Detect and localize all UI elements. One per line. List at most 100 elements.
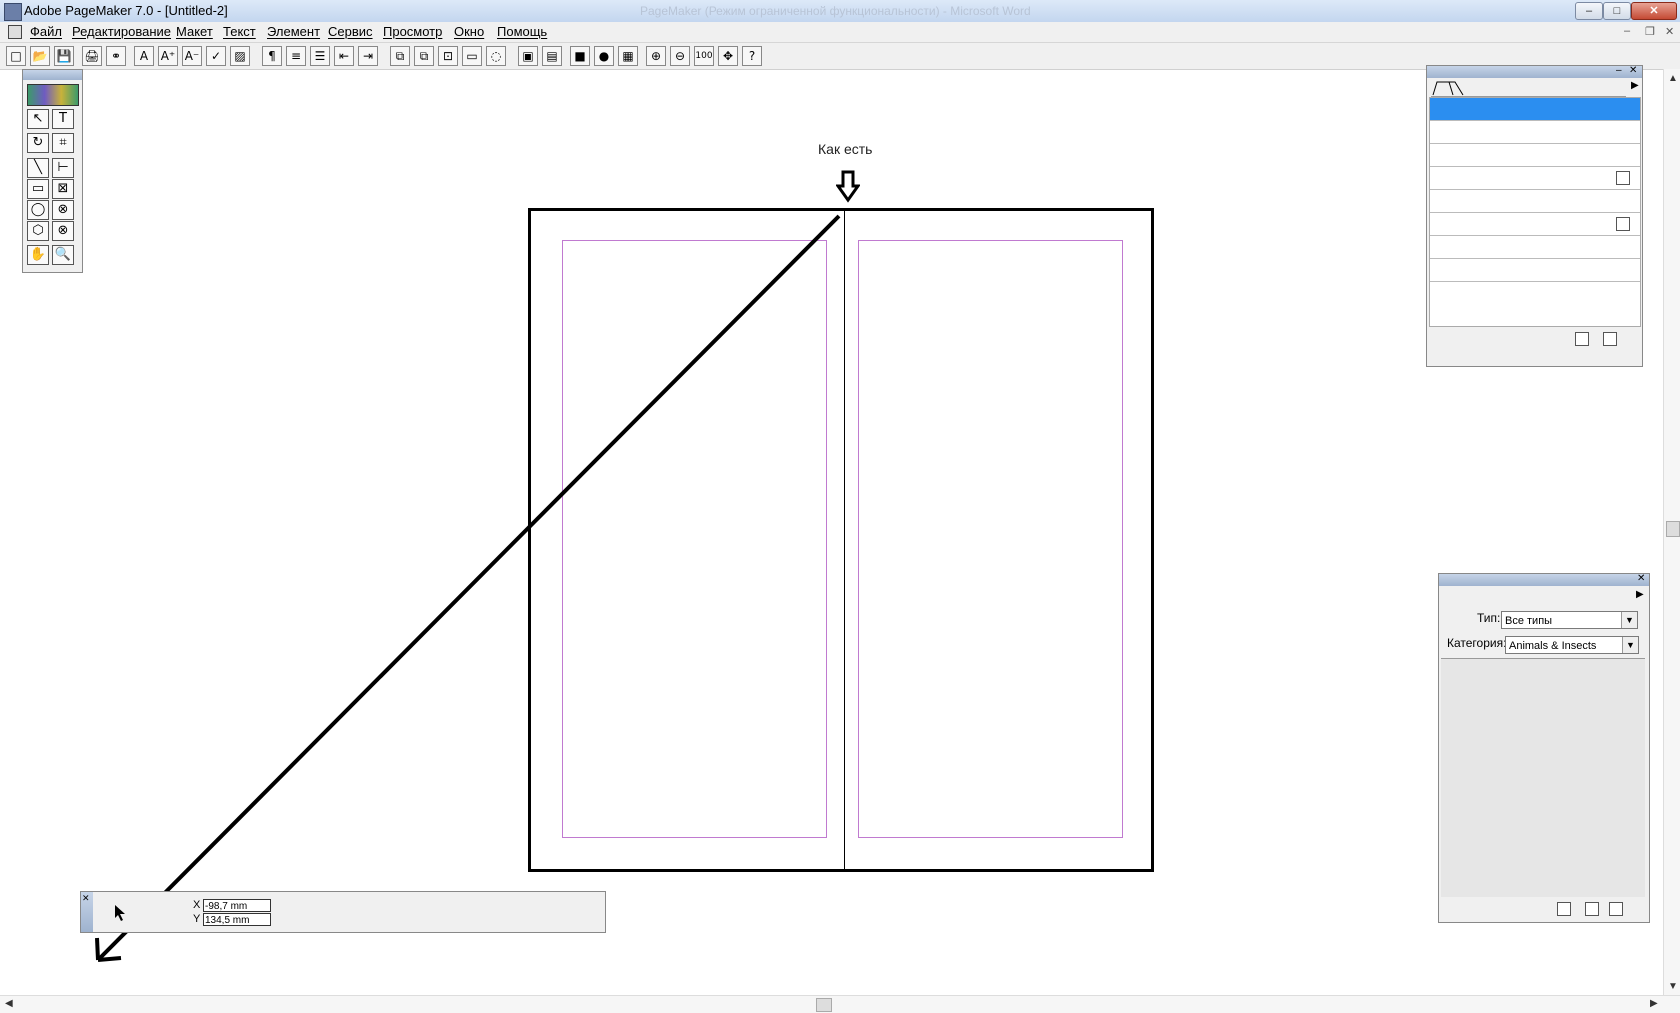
menu-layout[interactable]: Макет (176, 24, 213, 39)
find-icon[interactable]: ⚭ (106, 46, 126, 66)
vertical-scroll-thumb[interactable] (1666, 521, 1680, 537)
list-item[interactable] (1430, 213, 1640, 236)
menu-utilities[interactable]: Сервис (328, 24, 373, 39)
page-spread[interactable] (528, 208, 1154, 872)
menu-type[interactable]: Текст (223, 24, 256, 39)
y-coordinate-field[interactable]: 134,5 mm (203, 913, 271, 926)
menu-file[interactable]: Файл (30, 24, 62, 39)
chevron-down-icon[interactable]: ▼ (1622, 637, 1638, 653)
zoom-tool-icon[interactable]: 🔍 (52, 245, 74, 265)
save-icon[interactable]: 💾 (54, 46, 74, 66)
horizontal-scrollbar[interactable]: ◀ ▶ (0, 995, 1680, 1013)
control-palette-close-button[interactable]: ✕ (82, 893, 90, 904)
character-icon[interactable]: A (134, 46, 154, 66)
font-size-up-icon[interactable]: A⁺ (158, 46, 178, 66)
indent-icon[interactable]: ⇥ (358, 46, 378, 66)
list-item[interactable] (1430, 259, 1640, 282)
crop-tool-icon[interactable]: ⌗ (52, 133, 74, 153)
mdi-close-button[interactable]: ✕ (1665, 25, 1674, 38)
place-icon[interactable]: ▣ (518, 46, 538, 66)
close-button[interactable]: ✕ (1631, 2, 1677, 20)
rotate-tool-icon[interactable]: ↻ (27, 133, 49, 153)
sort-icon[interactable]: ≡ (286, 46, 306, 66)
polygon-frame-tool-icon[interactable]: ⊗ (52, 221, 74, 241)
maximize-button[interactable]: □ (1603, 2, 1631, 20)
x-coordinate-field[interactable]: -98,7 mm (203, 899, 271, 912)
actual-size-icon[interactable]: 100 (694, 46, 714, 66)
new-item-icon[interactable] (1585, 902, 1599, 916)
horizontal-scroll-thumb[interactable] (816, 998, 832, 1012)
list-item[interactable] (1430, 236, 1640, 259)
chevron-down-icon[interactable]: ▼ (1621, 612, 1637, 628)
pointer-tool-icon[interactable]: ↖ (27, 109, 49, 129)
fit-window-icon[interactable]: ✥ (718, 46, 738, 66)
image-control-icon[interactable]: ▤ (542, 46, 562, 66)
polygon-tool-icon[interactable]: ⬡ (27, 221, 49, 241)
color-swatch[interactable] (27, 84, 79, 106)
pages-panel-minimize-button[interactable]: – (1616, 65, 1622, 76)
print-icon[interactable]: 🖨 (82, 46, 102, 66)
pdf-icon[interactable]: ▦ (618, 46, 638, 66)
list-item[interactable] (1430, 190, 1640, 213)
menu-edit[interactable]: Редактирование (72, 24, 171, 39)
constrained-line-tool-icon[interactable]: ⊢ (52, 158, 74, 178)
library-panel-header[interactable]: ✕ (1439, 573, 1649, 586)
new-page-icon[interactable] (1575, 332, 1589, 346)
category-select[interactable]: Animals & Insects ▼ (1505, 636, 1639, 654)
paragraph-icon[interactable]: ¶ (262, 46, 282, 66)
scroll-left-icon[interactable]: ◀ (5, 998, 13, 1009)
library-panel-close-button[interactable]: ✕ (1637, 573, 1645, 584)
outdent-icon[interactable]: ⇤ (334, 46, 354, 66)
font-size-down-icon[interactable]: A⁻ (182, 46, 202, 66)
tool-palette-header[interactable] (23, 70, 82, 80)
paste-icon[interactable]: ⧉ (414, 46, 434, 66)
pages-panel-close-button[interactable]: ✕ (1629, 65, 1637, 76)
vertical-scrollbar[interactable]: ▲ ▼ (1663, 69, 1680, 997)
rectangle-frame-tool-icon[interactable]: ⊠ (52, 179, 74, 199)
text-tool-icon[interactable]: T (52, 109, 74, 129)
list-item[interactable] (1430, 121, 1640, 144)
list-item[interactable] (1430, 167, 1640, 190)
frame-icon[interactable]: ⊡ (438, 46, 458, 66)
mdi-restore-button[interactable]: ❐ (1645, 25, 1655, 38)
new-icon[interactable]: □ (6, 46, 26, 66)
rectangle-tool-icon[interactable]: ▭ (27, 179, 49, 199)
mask-icon[interactable]: ◌ (486, 46, 506, 66)
spelling-icon[interactable]: ✓ (206, 46, 226, 66)
line-tool-icon[interactable]: ╲ (27, 158, 49, 178)
open-icon[interactable]: 📂 (30, 46, 50, 66)
pages-panel-menu-arrow[interactable]: ▶ (1631, 80, 1639, 91)
fill-icon[interactable]: ▨ (230, 46, 250, 66)
trash-icon[interactable] (1603, 332, 1617, 346)
menu-window[interactable]: Окно (454, 24, 484, 39)
ellipse-frame-tool-icon[interactable]: ⊗ (52, 200, 74, 220)
search-icon[interactable] (1557, 902, 1571, 916)
menu-element[interactable]: Элемент (267, 24, 320, 39)
scroll-down-icon[interactable]: ▼ (1668, 981, 1678, 992)
scroll-right-icon[interactable]: ▶ (1650, 998, 1658, 1009)
copy-icon[interactable]: ⧉ (390, 46, 410, 66)
pages-panel-tabs[interactable]: ▶ (1431, 80, 1639, 97)
menu-help[interactable]: Помощь (497, 24, 547, 39)
hand-tool-icon[interactable]: ✋ (27, 245, 49, 265)
list-item[interactable] (1430, 98, 1640, 121)
list-item[interactable] (1430, 144, 1640, 167)
globe-icon[interactable]: ● (594, 46, 614, 66)
control-palette-handle[interactable]: ✕ (81, 892, 93, 932)
scroll-up-icon[interactable]: ▲ (1668, 73, 1678, 84)
menu-view[interactable]: Просмотр (383, 24, 442, 39)
library-panel-menu-arrow[interactable]: ▶ (1636, 589, 1644, 600)
color-icon[interactable]: ■ (570, 46, 590, 66)
document-icon[interactable] (8, 25, 22, 39)
bullets-icon[interactable]: ☰ (310, 46, 330, 66)
zoom-in-icon[interactable]: ⊕ (646, 46, 666, 66)
pages-panel-header[interactable]: – ✕ (1427, 65, 1642, 78)
group-icon[interactable]: ▭ (462, 46, 482, 66)
help-icon[interactable]: ? (742, 46, 762, 66)
zoom-out-icon[interactable]: ⊖ (670, 46, 690, 66)
trash-icon[interactable] (1609, 902, 1623, 916)
type-select[interactable]: Все типы ▼ (1501, 611, 1638, 629)
mdi-minimize-button[interactable]: – (1624, 25, 1630, 37)
minimize-button[interactable]: – (1575, 2, 1603, 20)
ellipse-tool-icon[interactable]: ◯ (27, 200, 49, 220)
